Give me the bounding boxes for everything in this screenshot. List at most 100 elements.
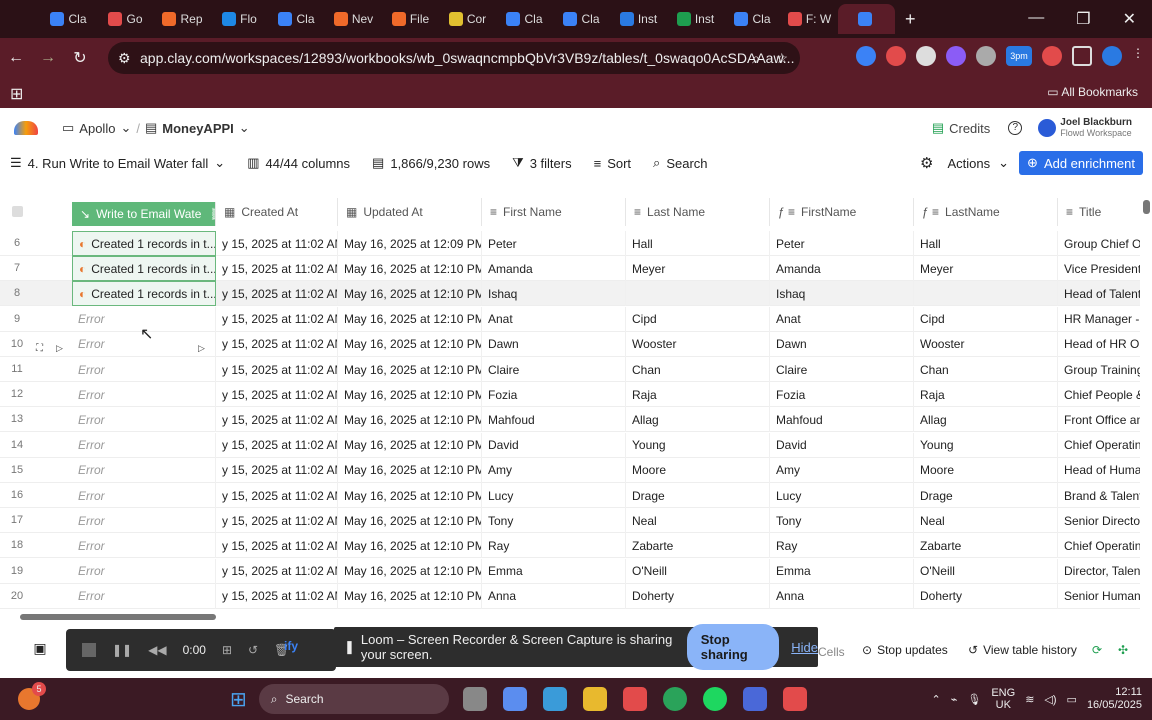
clay-logo-icon[interactable] (14, 121, 38, 135)
new-tab-button[interactable]: + (905, 9, 916, 30)
table-cell[interactable]: ◐ Created 1 records in t... (72, 231, 216, 256)
rows-button[interactable]: ▤ 1,866/9,230 rows (372, 155, 490, 171)
select-all-checkbox[interactable] (12, 206, 23, 217)
table-cell[interactable]: Chief Operating (1058, 433, 1140, 458)
reload-icon[interactable]: ↻ (64, 48, 96, 68)
table-cell[interactable]: Ishaq (770, 281, 914, 307)
table-cell[interactable]: Peter (770, 231, 914, 256)
credits-button[interactable]: ▤ Credits (932, 120, 990, 136)
browser-tab[interactable]: Cla (268, 4, 325, 34)
extension-icon[interactable] (886, 46, 906, 66)
table-cell[interactable]: Chief Operating (1058, 533, 1140, 558)
column-header[interactable]: ▦ Created At (216, 198, 338, 226)
app-icon[interactable] (782, 687, 807, 711)
slack-icon[interactable] (622, 687, 647, 711)
table-cell[interactable]: Head of Talent A (1058, 281, 1140, 306)
table-cell[interactable]: May 16, 2025 at 12:10 PM ... (338, 483, 482, 508)
table-cell[interactable]: O'Neill (914, 558, 1058, 584)
table-cell[interactable]: May 16, 2025 at 12:09 PM... (338, 231, 482, 256)
filters-button[interactable]: ⧩ 3 filters (512, 155, 572, 171)
table-cell[interactable]: Neal (914, 508, 1058, 534)
widgets-icon[interactable]: 5 (18, 682, 46, 710)
table-cell[interactable]: y 15, 2025 at 11:02 AM... (216, 306, 338, 332)
forward-icon[interactable]: → (32, 49, 64, 67)
task-view-icon[interactable] (462, 687, 487, 711)
table-cell[interactable]: Brand & Talent I (1058, 483, 1140, 508)
view-history-button[interactable]: ↺ View table history (968, 643, 1077, 657)
taskbar-search[interactable]: ⌕ Search (258, 684, 449, 714)
table-cell[interactable] (914, 281, 1058, 307)
table-cell[interactable]: Vice President, (1058, 256, 1140, 281)
site-info-icon[interactable]: ⚙ (118, 50, 131, 67)
app-icon[interactable] (542, 687, 567, 711)
minimize-icon[interactable]: — (1028, 9, 1044, 29)
table-cell[interactable]: Anat (482, 306, 626, 332)
breadcrumb-workbook[interactable]: MoneyAPPI (162, 121, 234, 136)
table-cell[interactable]: y 15, 2025 at 11:02 AM... (216, 231, 338, 256)
link-icon[interactable]: ⛓ (209, 207, 215, 221)
stop-updates-button[interactable]: ⊙ Stop updates (862, 643, 948, 657)
back-icon[interactable]: ← (0, 49, 32, 67)
table-cell[interactable]: May 16, 2025 at 12:10 PM ... (338, 256, 482, 282)
stop-sharing-button[interactable]: Stop sharing (686, 624, 780, 670)
table-row[interactable]: 19 Error y 15, 2025 at 11:02 AM... May 16, … (0, 558, 1140, 584)
rewind-icon[interactable]: ◀◀ (148, 643, 166, 657)
search-lens-icon[interactable]: ⌕ (752, 50, 760, 67)
table-cell[interactable]: Amanda (770, 256, 914, 282)
table-cell[interactable]: HR Manager - A (1058, 307, 1140, 332)
table-cell[interactable]: Error (72, 382, 216, 408)
table-cell[interactable]: Chan (914, 357, 1058, 382)
browser-tab[interactable]: Nev (325, 4, 382, 34)
profile-avatar-icon[interactable] (1102, 46, 1122, 66)
browser-tab[interactable]: Cla (40, 4, 97, 34)
table-cell[interactable]: Ray (770, 533, 914, 559)
column-header[interactable]: ≡ First Name (482, 198, 626, 226)
table-cell[interactable]: y 15, 2025 at 11:02 AM... (216, 407, 338, 433)
vertical-scroll-thumb[interactable] (1143, 200, 1150, 214)
view-selector[interactable]: ☰ 4. Run Write to Email Water fall ⌄ (10, 155, 225, 171)
battery-icon[interactable]: ▭ (1067, 693, 1077, 706)
table-cell[interactable]: May 16, 2025 at 12:10 PM ... (338, 583, 482, 609)
table-cell[interactable]: Zabarte (626, 533, 770, 559)
table-cell[interactable]: Fozia (770, 382, 914, 408)
app-icon[interactable] (742, 687, 767, 711)
table-cell[interactable]: Zabarte (914, 533, 1058, 559)
table-cell[interactable]: Senior Director, (1058, 508, 1140, 533)
table-cell[interactable]: David (482, 432, 626, 458)
table-cell[interactable]: Fozia (482, 382, 626, 408)
table-cell[interactable]: Amy (482, 457, 626, 483)
table-row[interactable]: 14 Error y 15, 2025 at 11:02 AM... May 16, … (0, 432, 1140, 458)
table-cell[interactable]: May 16, 2025 at 12:10 PM ... (338, 407, 482, 433)
table-cell[interactable]: Front Office and (1058, 407, 1140, 432)
extension-icon[interactable] (856, 46, 876, 66)
browser-tab[interactable]: Rep (154, 4, 211, 34)
extension-icon[interactable] (976, 46, 996, 66)
table-cell[interactable]: May 16, 2025 at 12:10 PM ... (338, 331, 482, 357)
table-cell[interactable]: Anna (482, 583, 626, 609)
address-bar[interactable]: ⚙ app.clay.com/workspaces/12893/workbook… (108, 42, 800, 74)
table-cell[interactable]: Error (72, 508, 216, 534)
camera-icon[interactable]: ▣ (22, 630, 58, 666)
table-cell[interactable]: y 15, 2025 at 11:02 AM... (216, 457, 338, 483)
table-row[interactable]: 16 Error y 15, 2025 at 11:02 AM... May 16, … (0, 483, 1140, 508)
table-cell[interactable]: y 15, 2025 at 11:02 AM... (216, 357, 338, 382)
chevron-down-icon[interactable]: ⌄ (239, 120, 250, 136)
avatar[interactable] (1038, 119, 1057, 137)
stop-record-icon[interactable] (82, 643, 96, 657)
table-cell[interactable]: Lucy (770, 483, 914, 508)
table-cell[interactable]: y 15, 2025 at 11:02 AM... (216, 256, 338, 282)
restore-icon[interactable]: ❐ (1076, 9, 1090, 29)
browser-tab[interactable]: Inst (610, 4, 667, 34)
table-cell[interactable]: Tony (770, 508, 914, 534)
table-cell[interactable]: Wooster (626, 331, 770, 357)
table-row[interactable]: 10 Error y 15, 2025 at 11:02 AM... May 16, … (0, 331, 1140, 357)
browser-tab[interactable]: Cla (553, 4, 610, 34)
table-cell[interactable]: Ray (482, 533, 626, 559)
table-cell[interactable]: Dawn (770, 331, 914, 357)
table-cell[interactable]: Peter (482, 231, 626, 256)
table-cell[interactable]: Cipd (626, 306, 770, 332)
table-cell[interactable]: Error (72, 558, 216, 584)
table-cell[interactable]: Error (72, 583, 216, 609)
browser-tab[interactable]: Go (97, 4, 154, 34)
network-icon[interactable]: ⌁ (951, 693, 958, 706)
